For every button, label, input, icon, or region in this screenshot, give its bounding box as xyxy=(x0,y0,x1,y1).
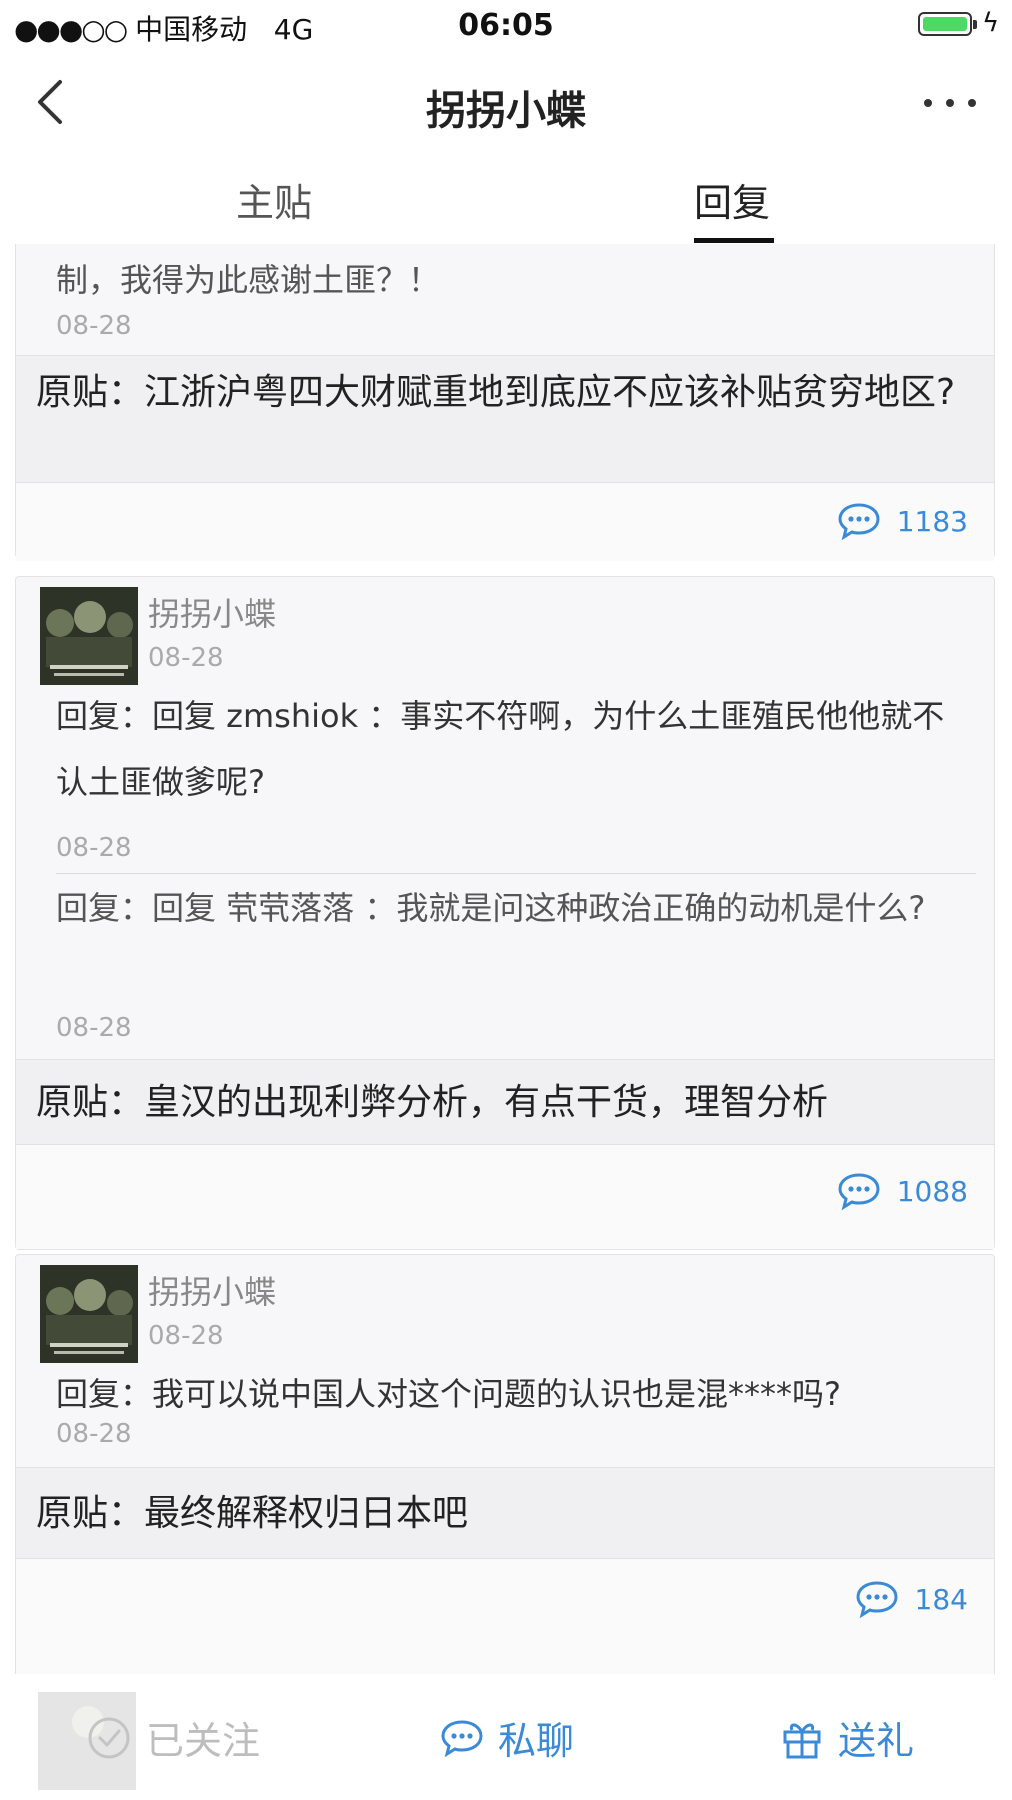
nav-bar: 拐拐小蝶 xyxy=(0,52,1012,152)
reply-date: 08-28 xyxy=(56,1419,132,1449)
comment-count-button[interactable]: 1183 xyxy=(837,501,968,541)
gift-label: 送礼 xyxy=(838,1719,915,1763)
reply-card[interactable]: 拐拐小蝶 08-28 回复：回复 zmshiok ：事实不符啊，为什么土匪殖民他… xyxy=(15,576,995,1250)
original-post-link[interactable]: 原贴：江浙沪粤四大财赋重地到底应不应该补贴贫穷地区? xyxy=(16,355,994,483)
original-post-link[interactable]: 原贴：最终解释权归日本吧 xyxy=(16,1467,994,1559)
comment-count-button[interactable]: 1088 xyxy=(837,1171,968,1211)
reply-date: 08-28 xyxy=(56,1013,132,1043)
page-title: 拐拐小蝶 xyxy=(426,88,586,134)
author-name[interactable]: 拐拐小蝶 xyxy=(148,1267,276,1313)
original-post-link[interactable]: 原贴：皇汉的出现利弊分析，有点干货，理智分析 xyxy=(16,1059,994,1145)
status-bar: ●●●○○ 中国移动 4G 06:05 ϟ xyxy=(0,0,1012,52)
reply-text: 制，我得为此感谢土匪？！ xyxy=(56,261,441,299)
reply-date: 08-28 xyxy=(56,833,132,863)
card-footer: 1183 xyxy=(16,483,994,561)
avatar[interactable] xyxy=(40,1265,138,1363)
check-circle-icon xyxy=(88,1717,130,1758)
gift-icon xyxy=(783,1723,821,1758)
comment-bubble-icon xyxy=(838,1173,880,1211)
comment-count: 1088 xyxy=(896,1174,968,1208)
reply-date: 08-28 xyxy=(56,311,132,341)
comment-count: 184 xyxy=(914,1582,968,1616)
send-gift-button[interactable]: 送礼 xyxy=(780,1710,914,1765)
private-chat-button[interactable]: 私聊 xyxy=(440,1710,574,1765)
reply-text: 回复：回复 zmshiok ：事实不符啊，为什么土匪殖民他他就不认土匪做爹呢? xyxy=(56,697,945,801)
clock: 06:05 xyxy=(458,8,554,43)
battery-icon xyxy=(918,12,977,36)
tab-bar: 主贴 回复 xyxy=(0,152,1012,245)
tab-main-post[interactable]: 主贴 xyxy=(236,172,312,227)
post-date: 08-28 xyxy=(148,1321,224,1351)
author-name[interactable]: 拐拐小蝶 xyxy=(148,589,276,635)
card-footer: 184 xyxy=(16,1559,994,1677)
reply-text: 回复：回复 茕茕落落 ：我就是问这种政治正确的动机是什么? xyxy=(56,889,926,927)
avatar[interactable] xyxy=(40,587,138,685)
comment-bubble-icon xyxy=(856,1581,898,1619)
tab-replies[interactable]: 回复 xyxy=(694,172,770,227)
follow-label: 已关注 xyxy=(146,1719,261,1763)
follow-button[interactable]: 已关注 xyxy=(86,1710,260,1765)
active-tab-indicator xyxy=(694,238,774,243)
bottom-action-bar: 已关注 私聊 送礼 xyxy=(0,1674,1012,1800)
reply-card[interactable]: 制，我得为此感谢土匪？！ 08-28 原贴：江浙沪粤四大财赋重地到底应不应该补贴… xyxy=(15,244,995,561)
more-dots-icon[interactable] xyxy=(920,96,980,110)
comment-count: 1183 xyxy=(896,504,968,538)
comment-count-button[interactable]: 184 xyxy=(855,1579,968,1619)
reply-text: 回复：我可以说中国人对这个问题的认识也是混****吗? xyxy=(56,1375,841,1413)
reply-divider xyxy=(56,873,976,874)
comment-bubble-icon xyxy=(838,503,880,541)
charging-icon: ϟ xyxy=(982,8,1000,38)
chat-bubble-icon xyxy=(441,1719,483,1757)
chat-label: 私聊 xyxy=(498,1719,575,1763)
card-footer: 1088 xyxy=(16,1145,994,1249)
post-date: 08-28 xyxy=(148,643,224,673)
reply-card[interactable]: 拐拐小蝶 08-28 回复：我可以说中国人对这个问题的认识也是混****吗? 0… xyxy=(15,1254,995,1678)
reply-feed[interactable]: 制，我得为此感谢土匪？！ 08-28 原贴：江浙沪粤四大财赋重地到底应不应该补贴… xyxy=(0,244,1012,1800)
